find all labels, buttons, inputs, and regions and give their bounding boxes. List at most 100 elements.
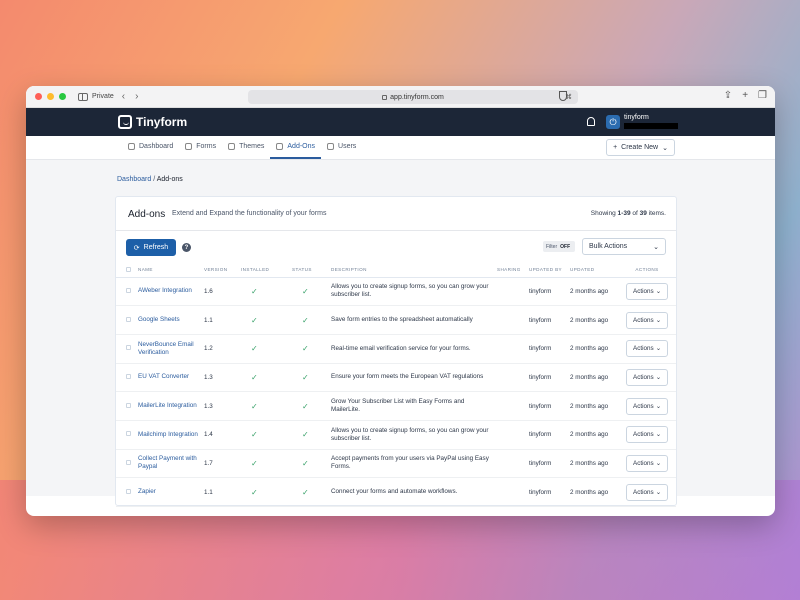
col-updated-by[interactable]: Updated By: [529, 263, 570, 278]
row-checkbox[interactable]: [126, 373, 131, 379]
check-icon[interactable]: ✓: [302, 402, 309, 411]
row-checkbox[interactable]: [126, 402, 131, 408]
check-icon[interactable]: ✓: [302, 316, 309, 325]
actions-button[interactable]: Actions ⌄: [626, 311, 668, 329]
check-icon[interactable]: ✓: [302, 488, 309, 497]
row-select-cell: [116, 363, 138, 393]
addon-name-link[interactable]: NeverBounce Email Verification: [138, 341, 194, 356]
forward-icon[interactable]: ›: [135, 91, 138, 102]
sidebar-icon[interactable]: [78, 92, 88, 101]
shield-icon[interactable]: [559, 91, 567, 101]
browser-toolbar: Private ‹ › app.tinyform.com ⌘ ⇪ + ❐: [26, 86, 775, 108]
chevron-down-icon: ⌄: [655, 431, 661, 439]
refresh-icon: ⟳: [133, 244, 140, 252]
filter-toggle[interactable]: Filter OFF: [543, 241, 575, 252]
breadcrumb-dashboard[interactable]: Dashboard: [117, 176, 151, 183]
col-name[interactable]: Name: [138, 263, 204, 278]
user-name[interactable]: tinyform: [624, 114, 649, 121]
row-checkbox[interactable]: [126, 459, 131, 465]
tab-themes[interactable]: Themes: [222, 135, 270, 159]
addon-name-link[interactable]: MailerLite Integration: [138, 402, 197, 409]
lock-icon: [382, 94, 388, 100]
chevron-down-icon: ⌄: [655, 345, 661, 353]
form-icon: [185, 142, 193, 150]
back-icon[interactable]: ‹: [122, 91, 125, 102]
minimize-window-button[interactable]: [47, 93, 54, 100]
addon-name-link[interactable]: Zapier: [138, 488, 156, 495]
row-checkbox[interactable]: [126, 431, 131, 437]
addon-name-link[interactable]: EU VAT Converter: [138, 373, 189, 380]
filter-state: OFF: [560, 243, 571, 250]
sharing-cell: [497, 420, 529, 450]
actions-button[interactable]: Actions ⌄: [626, 397, 668, 415]
table-row: NeverBounce Email Verification 1.2 ✓ ✓ Real-…: [116, 334, 676, 364]
check-icon[interactable]: ✓: [302, 287, 309, 296]
actions-button[interactable]: Actions ⌄: [626, 368, 668, 386]
row-select-cell: [116, 477, 138, 507]
tinyform-logo-icon[interactable]: [118, 115, 132, 129]
updated-by-cell: tinyform: [529, 477, 570, 507]
row-select-cell: [116, 391, 138, 421]
description-cell: Connect your forms and automate workflow…: [331, 477, 497, 507]
col-status[interactable]: Status: [292, 263, 331, 278]
col-updated[interactable]: Updated: [570, 263, 618, 278]
status-cell: ✓: [292, 334, 331, 364]
refresh-label: Refresh: [143, 244, 169, 251]
chevron-down-icon: ⌄: [655, 373, 661, 381]
close-window-button[interactable]: [35, 93, 42, 100]
logo-text[interactable]: Tinyform: [136, 115, 187, 129]
avatar[interactable]: ⏻: [606, 115, 620, 129]
tab-add-ons[interactable]: Add-Ons: [270, 135, 322, 159]
tab-label: Add-Ons: [287, 142, 316, 150]
page-title: Add-ons: [128, 209, 166, 220]
row-checkbox[interactable]: [126, 488, 131, 494]
installed-cell: ✓: [241, 449, 292, 479]
showing-suffix: items.: [648, 210, 666, 217]
actions-label: Actions: [633, 316, 654, 324]
actions-button[interactable]: Actions ⌄: [626, 340, 668, 358]
addon-name-link[interactable]: Mailchimp Integration: [138, 431, 198, 438]
row-checkbox[interactable]: [126, 316, 131, 322]
address-bar[interactable]: app.tinyform.com ⌘: [248, 90, 578, 104]
check-icon[interactable]: ✓: [302, 430, 309, 439]
select-all-checkbox[interactable]: [126, 266, 131, 272]
actions-button[interactable]: Actions ⌄: [626, 426, 668, 444]
actions-button[interactable]: Actions ⌄: [626, 483, 668, 501]
addon-name-link[interactable]: Collect Payment with Paypal: [138, 455, 197, 470]
row-select-cell: [116, 449, 138, 479]
actions-button[interactable]: Actions ⌄: [626, 282, 668, 300]
row-checkbox[interactable]: [126, 345, 131, 351]
bell-icon[interactable]: [587, 117, 595, 126]
tab-dashboard[interactable]: Dashboard: [122, 135, 179, 159]
check-icon[interactable]: ✓: [302, 373, 309, 382]
maximize-window-button[interactable]: [59, 93, 66, 100]
share-icon[interactable]: ⇪: [724, 90, 732, 101]
updated-by-cell: tinyform: [529, 363, 570, 393]
col-version[interactable]: Version: [204, 263, 241, 278]
tabs-overview-icon[interactable]: ❐: [758, 90, 767, 101]
addon-name-link[interactable]: Google Sheets: [138, 316, 180, 323]
description-cell: Save form entries to the spreadsheet aut…: [331, 305, 497, 335]
refresh-button[interactable]: ⟳ Refresh: [126, 239, 176, 256]
check-icon[interactable]: ✓: [302, 344, 309, 353]
help-icon[interactable]: ?: [182, 243, 191, 252]
addon-name-link[interactable]: AWeber Integration: [138, 287, 192, 294]
actions-button[interactable]: Actions ⌄: [626, 454, 668, 472]
row-checkbox[interactable]: [126, 287, 131, 293]
updated-by-cell: tinyform: [529, 334, 570, 364]
create-new-button[interactable]: + Create New ⌄: [606, 139, 675, 156]
col-sharing[interactable]: Sharing: [497, 263, 529, 278]
installed-cell: ✓: [241, 477, 292, 507]
tab-forms[interactable]: Forms: [179, 135, 222, 159]
col-installed[interactable]: Installed: [241, 263, 292, 278]
version-cell: 1.6: [204, 277, 241, 307]
version-cell: 1.2: [204, 334, 241, 364]
tab-users[interactable]: Users: [321, 135, 362, 159]
description-cell: Real-time email verification service for…: [331, 334, 497, 364]
check-icon[interactable]: ✓: [302, 459, 309, 468]
bulk-actions-select[interactable]: Bulk Actions ⌄: [582, 238, 666, 255]
check-icon: ✓: [251, 372, 258, 382]
new-tab-icon[interactable]: +: [742, 90, 748, 101]
table-row: Collect Payment with Paypal 1.7 ✓ ✓ Accept p…: [116, 449, 676, 479]
col-description[interactable]: Description: [331, 263, 497, 278]
